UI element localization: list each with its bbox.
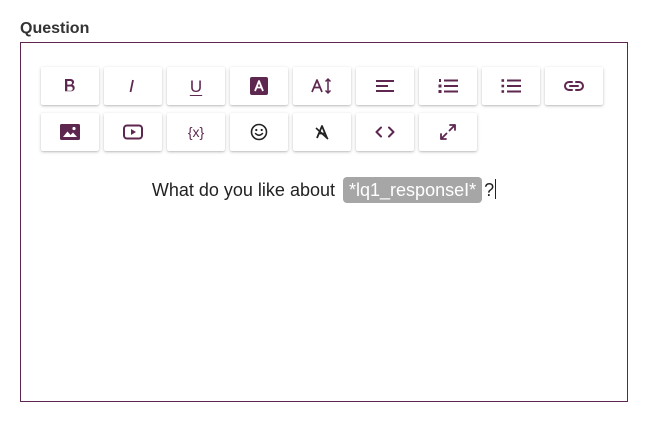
bold-button[interactable] <box>41 67 99 105</box>
align-icon <box>376 80 394 92</box>
variable-icon: {x} <box>187 124 205 140</box>
question-text-before: What do you like about <box>151 180 335 200</box>
align-button[interactable] <box>356 67 414 105</box>
link-button[interactable] <box>545 67 603 105</box>
code-view-button[interactable] <box>356 113 414 151</box>
link-icon <box>564 81 584 91</box>
video-icon <box>123 124 143 140</box>
fullscreen-button[interactable] <box>419 113 477 151</box>
variable-button[interactable]: {x} <box>167 113 225 151</box>
emoji-icon <box>250 123 268 141</box>
editor-content[interactable]: What do you like about *lq1_responseI*? <box>21 177 627 203</box>
text-color-icon <box>250 77 268 95</box>
unordered-list-icon <box>501 79 521 93</box>
emoji-button[interactable] <box>230 113 288 151</box>
question-text-after: ? <box>484 180 495 200</box>
code-view-icon <box>375 126 395 138</box>
piped-variable-token[interactable]: *lq1_responseI* <box>343 177 483 203</box>
italic-icon <box>129 79 134 93</box>
italic-button[interactable] <box>104 67 162 105</box>
field-label: Question <box>20 20 90 37</box>
underline-button[interactable]: U <box>167 67 225 105</box>
text-color-button[interactable] <box>230 67 288 105</box>
ordered-list-icon <box>438 79 458 93</box>
underline-icon: U <box>189 76 203 96</box>
unordered-list-button[interactable] <box>482 67 540 105</box>
text-caret <box>495 179 497 199</box>
ordered-list-button[interactable] <box>419 67 477 105</box>
image-button[interactable] <box>41 113 99 151</box>
fullscreen-icon <box>440 124 456 140</box>
bold-icon <box>65 79 75 92</box>
font-size-button[interactable] <box>293 67 351 105</box>
image-icon <box>60 124 80 140</box>
video-button[interactable] <box>104 113 162 151</box>
clear-format-button[interactable] <box>293 113 351 151</box>
rich-text-editor: U {x} What do you like about *lq1_respon… <box>20 42 628 402</box>
clear-format-icon <box>315 125 329 140</box>
question-field: Question U {x} What do you like about *l… <box>0 0 650 423</box>
font-size-icon <box>311 77 332 95</box>
